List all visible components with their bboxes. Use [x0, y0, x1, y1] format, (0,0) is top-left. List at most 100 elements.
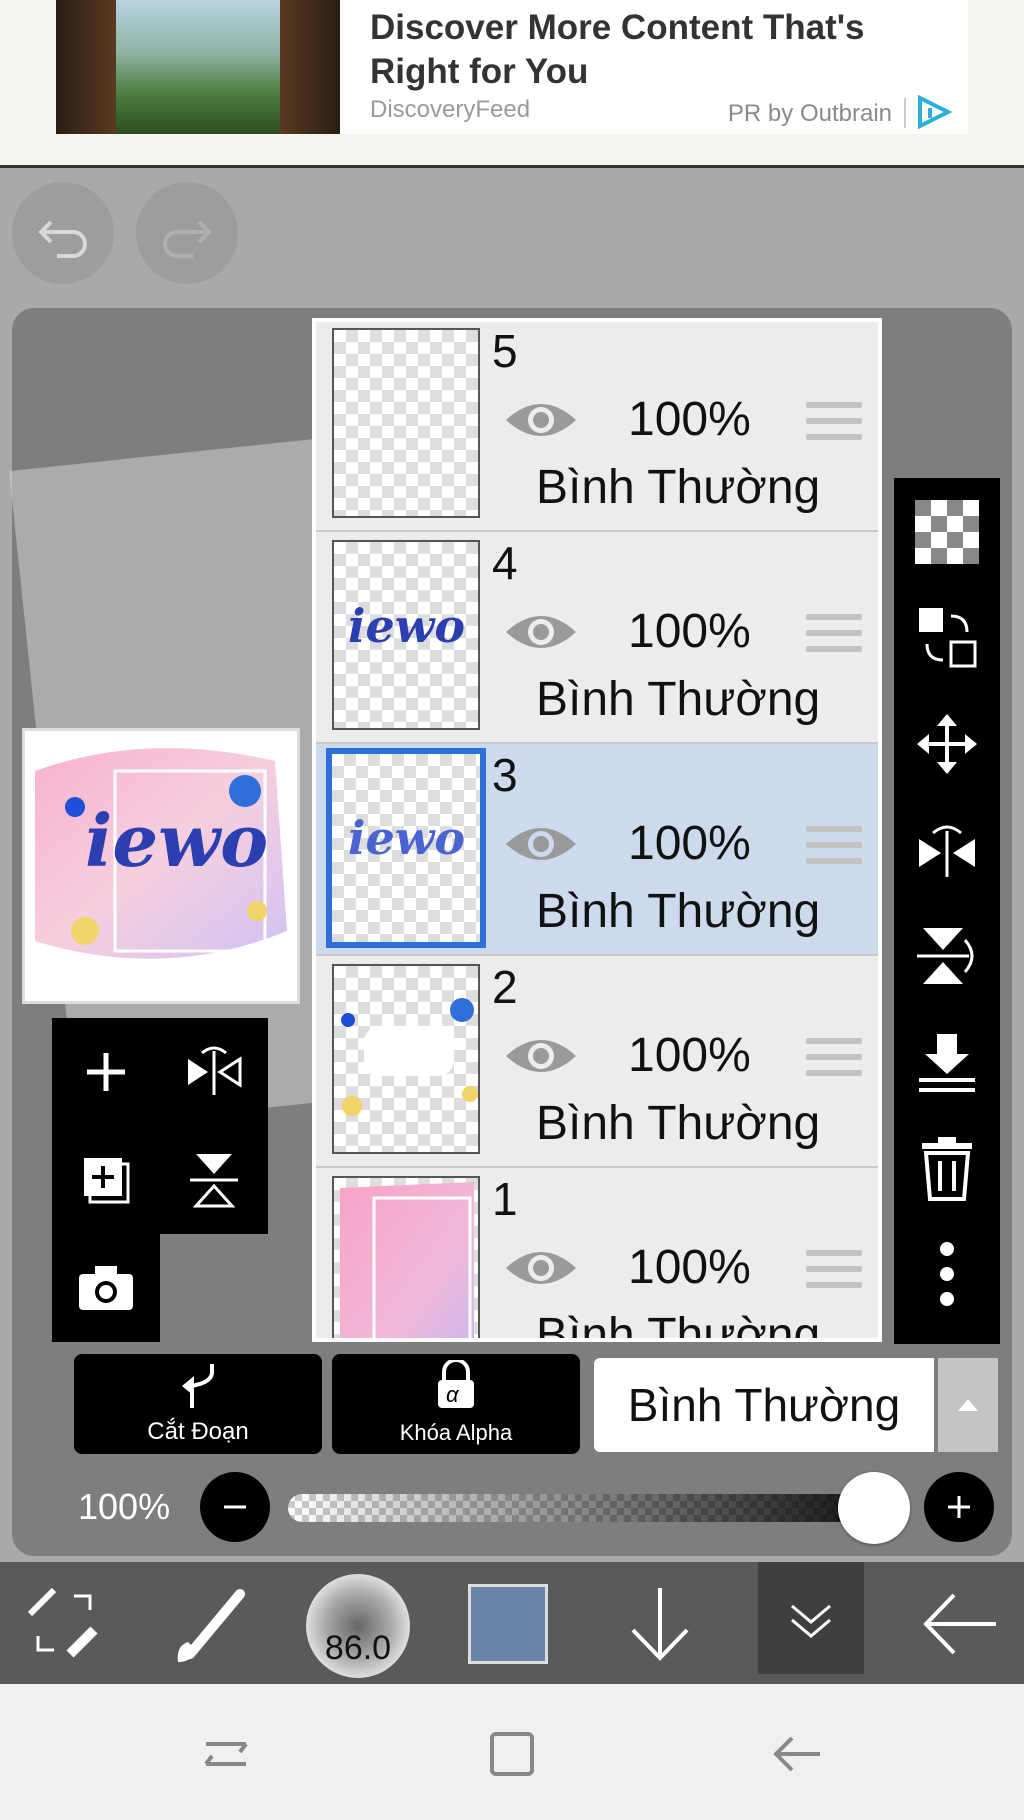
opacity-value: 100% — [78, 1486, 171, 1527]
redo-button[interactable] — [136, 182, 238, 284]
layer-blend-mode: Bình Thường — [536, 1309, 821, 1342]
layer-row[interactable]: 5 100% Bình Thường — [316, 322, 878, 532]
opacity-slider-handle[interactable] — [838, 1472, 910, 1544]
recent-apps-icon[interactable] — [196, 1724, 256, 1784]
more-options-button[interactable] — [907, 1234, 987, 1314]
merge-down-icon — [919, 1034, 975, 1092]
clipping-button[interactable]: Cắt Đoạn — [74, 1354, 322, 1454]
eye-icon[interactable] — [502, 606, 580, 658]
more-vertical-icon — [940, 1242, 954, 1306]
home-icon[interactable] — [482, 1724, 542, 1784]
ad-image-door-left — [56, 0, 116, 134]
camera-icon — [79, 1266, 133, 1310]
eye-icon[interactable] — [502, 1030, 580, 1082]
svg-text:iewo: iewo — [348, 599, 465, 653]
layer-opacity: 100% — [628, 1241, 751, 1294]
thumbnail-artwork: iewo — [348, 599, 465, 653]
opacity-slider[interactable] — [288, 1494, 888, 1522]
flip-vertical-icon — [190, 1154, 238, 1208]
preview-artwork: iewo — [35, 748, 287, 959]
alpha-lock-button[interactable]: α Khóa Alpha — [332, 1354, 580, 1454]
layers-toggle-button-active[interactable] — [758, 1562, 864, 1674]
layer-opacity: 100% — [628, 1029, 751, 1082]
adchoices-icon[interactable] — [914, 94, 954, 130]
layer-row[interactable]: iewo 4 100% Bình Thường — [316, 532, 878, 744]
brush-size-button[interactable]: 86.0 — [306, 1574, 410, 1678]
ad-source: DiscoveryFeed — [370, 96, 531, 123]
ad-card[interactable]: Discover More Content That's Right for Y… — [56, 0, 968, 134]
eye-icon[interactable] — [502, 394, 580, 446]
brush-icon — [177, 1589, 245, 1662]
drag-handle-icon[interactable] — [806, 1250, 862, 1294]
duplicate-layer-button[interactable] — [66, 1140, 146, 1220]
opacity-increase-button[interactable] — [924, 1472, 994, 1542]
tool-switch-button[interactable] — [14, 1574, 114, 1674]
brush-button[interactable] — [160, 1574, 260, 1674]
blend-mode-dropdown[interactable]: Bình Thường — [594, 1358, 934, 1452]
layers-panel[interactable]: 5 100% Bình Thường iewo 4 100% Bình Thườ… — [312, 318, 882, 1342]
eye-icon[interactable] — [502, 1242, 580, 1294]
blend-mode-arrow-button[interactable] — [938, 1358, 998, 1452]
nav-back-icon[interactable] — [768, 1724, 828, 1784]
flip-vertical-icon — [917, 928, 974, 984]
eye-icon[interactable] — [502, 818, 580, 870]
ad-image[interactable] — [56, 0, 340, 134]
flip-horizontal-button-right[interactable] — [907, 810, 987, 890]
opacity-control: 100% — [0, 1472, 1024, 1546]
plus-icon — [948, 1496, 970, 1518]
layer-row[interactable]: 2 100% Bình Thường — [316, 956, 878, 1168]
brush-size-value: 86.0 — [324, 1629, 392, 1667]
ad-separator — [904, 98, 906, 128]
layer-thumbnail[interactable] — [332, 1176, 480, 1338]
drag-handle-icon[interactable] — [806, 614, 862, 658]
color-swatch[interactable] — [468, 1584, 548, 1664]
back-button[interactable] — [910, 1574, 1010, 1674]
undo-button[interactable] — [12, 182, 114, 284]
clip-arrow-icon — [182, 1364, 214, 1408]
ad-banner[interactable]: Discover More Content That's Right for Y… — [0, 0, 1024, 168]
swap-layer-button[interactable] — [907, 598, 987, 678]
opacity-decrease-button[interactable] — [200, 1472, 270, 1542]
layer-row-selected[interactable]: iewo 3 100% Bình Thường — [316, 744, 878, 956]
plus-icon — [87, 1053, 125, 1091]
drag-handle-icon[interactable] — [806, 826, 862, 870]
ad-image-door-right — [280, 0, 340, 134]
drag-handle-icon[interactable] — [806, 402, 862, 446]
camera-button[interactable] — [66, 1248, 146, 1328]
app-root: Discover More Content That's Right for Y… — [0, 0, 1024, 1820]
canvas-preview[interactable]: iewo — [22, 728, 300, 1004]
layer-thumbnail[interactable]: iewo — [326, 748, 486, 948]
svg-text:iewo: iewo — [85, 798, 268, 883]
flip-vertical-button[interactable] — [174, 1140, 254, 1220]
layer-thumbnail[interactable] — [332, 328, 480, 518]
minus-icon — [224, 1505, 246, 1509]
chevron-double-down-icon — [791, 1604, 831, 1638]
add-layer-button[interactable] — [66, 1032, 146, 1112]
system-nav-bar — [0, 1684, 1024, 1820]
move-button[interactable] — [907, 704, 987, 784]
merge-down-button[interactable] — [907, 1022, 987, 1102]
duplicate-icon — [84, 1158, 130, 1204]
ad-title[interactable]: Discover More Content That's Right for Y… — [370, 6, 960, 94]
delete-layer-button[interactable] — [907, 1128, 987, 1208]
redo-icon — [163, 220, 212, 258]
arrow-down-icon — [631, 1588, 689, 1661]
thumbnail-artwork — [341, 998, 478, 1116]
transparency-button[interactable] — [907, 492, 987, 572]
layer-blend-mode: Bình Thường — [536, 461, 821, 514]
layer-row[interactable]: 1 100% Bình Thường — [316, 1168, 878, 1342]
drag-handle-icon[interactable] — [806, 1038, 862, 1082]
ad-pr-label[interactable]: PR by Outbrain — [728, 100, 892, 128]
layer-opacity: 100% — [628, 393, 751, 446]
move-icon — [917, 714, 977, 774]
layer-thumbnail[interactable] — [332, 964, 480, 1154]
layer-blend-mode: Bình Thường — [536, 673, 821, 726]
layer-blend-mode: Bình Thường — [536, 1097, 821, 1150]
layer-thumbnail[interactable]: iewo — [332, 540, 480, 730]
flip-vertical-button-right[interactable] — [907, 916, 987, 996]
move-down-button[interactable] — [610, 1574, 710, 1674]
svg-text:iewo: iewo — [348, 811, 465, 865]
flip-horizontal-button[interactable] — [174, 1032, 254, 1112]
flip-horizontal-icon — [919, 825, 975, 877]
layer-number: 5 — [492, 325, 518, 377]
